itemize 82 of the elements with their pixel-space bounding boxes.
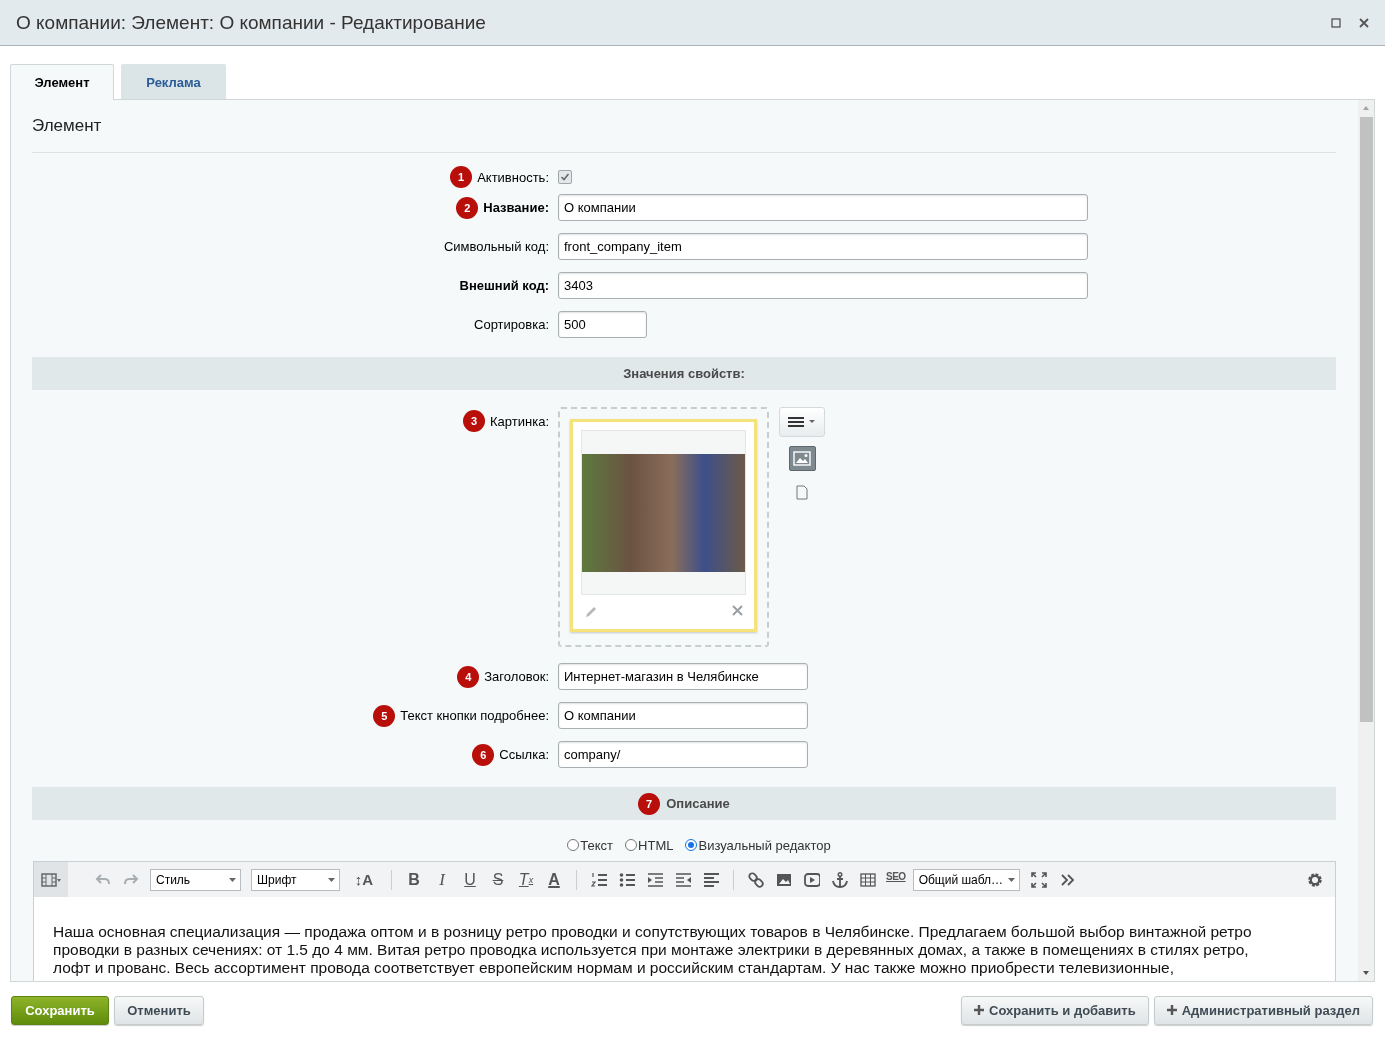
field-label: Внешний код: <box>459 278 549 293</box>
section-title: Значения свойств: <box>623 366 745 381</box>
seo-button[interactable]: SEO <box>882 871 910 888</box>
image-icon[interactable] <box>776 871 792 888</box>
caret-icon <box>328 877 335 882</box>
film-icon <box>41 872 61 887</box>
radio-button[interactable] <box>625 839 638 851</box>
admin-section-button[interactable]: Административный раздел <box>1153 995 1373 1025</box>
video-icon[interactable] <box>804 871 820 888</box>
format-button[interactable]: A <box>540 865 568 894</box>
settings-icon[interactable] <box>1307 871 1323 888</box>
cancel-button[interactable]: Отменить <box>114 995 204 1025</box>
outdent-icon[interactable] <box>675 871 691 888</box>
indent-icon[interactable] <box>647 871 663 888</box>
format-button[interactable]: U <box>456 865 484 894</box>
format-button[interactable]: B <box>400 865 428 894</box>
close-icon[interactable] <box>732 605 743 616</box>
tab[interactable]: Реклама <box>121 64 226 99</box>
dropdown[interactable]: Общий шабл… <box>912 868 1020 891</box>
section-title: Описание <box>666 796 730 811</box>
number-badge: 5 <box>373 704 396 727</box>
editor-text[interactable]: Наша основная специализация — продажа оптом и в розницу ретро проводки и сопутствующих товаров в Челябинске. Предлагаем большой выбор винтажной ретро проводки в разных сечениях: от 1.5 до 4 мм. Витая ретро проводка используется при монтаже электрики в деревянных домах, а также в помещениях в стилях ретро, лофт и прованс. Весь ассортимент провода соответствует европейским нормам и российским стандартам. У нас также можно приобрести телевизионные, <box>34 897 1335 977</box>
upload-area[interactable] <box>558 407 769 647</box>
fullscreen-icon[interactable] <box>1030 871 1047 888</box>
bullet-list-icon[interactable] <box>619 871 635 888</box>
number-badge: 1 <box>450 166 473 188</box>
field-label: Символьный код: <box>443 239 549 254</box>
radio-option[interactable]: HTML <box>625 837 674 853</box>
caret-icon <box>1007 877 1015 882</box>
number-badge: 2 <box>456 196 479 219</box>
input-field[interactable]: front_company_item <box>558 233 1088 260</box>
anchor-icon[interactable] <box>832 871 848 888</box>
view-button[interactable] <box>788 446 816 471</box>
plus-icon <box>974 1005 985 1015</box>
source-toggle[interactable] <box>34 862 68 897</box>
field-label: Картинка: <box>490 413 549 429</box>
radio-button[interactable] <box>685 839 698 851</box>
dropdown[interactable]: Шрифт <box>251 868 340 891</box>
check-icon <box>560 172 570 182</box>
format-button[interactable]: ↕A <box>345 865 383 894</box>
field-label: Текст кнопки подробнее: <box>400 708 549 723</box>
plus-icon <box>1166 1005 1177 1015</box>
checkbox[interactable] <box>558 170 572 184</box>
save-and-add-button[interactable]: Сохранить и добавить <box>961 995 1149 1025</box>
field-label: Название: <box>483 200 549 215</box>
scrollbar[interactable] <box>1358 100 1374 981</box>
radio-button[interactable] <box>567 839 580 851</box>
image-icon <box>793 451 811 466</box>
more-icon[interactable] <box>1058 871 1075 888</box>
section-heading: Элемент <box>32 114 1336 153</box>
radio-option[interactable]: Визуальный редактор <box>685 837 831 853</box>
input-field[interactable]: company/ <box>558 741 808 768</box>
radio-option[interactable]: Текст <box>567 837 614 853</box>
field-label: Сортировка: <box>474 317 549 332</box>
number-badge: 6 <box>472 743 495 766</box>
caret-icon <box>229 877 236 882</box>
field-label: Активность: <box>477 169 549 185</box>
menu-button[interactable] <box>779 407 825 437</box>
file-icon <box>796 485 808 500</box>
field-label: Заголовок: <box>484 669 549 684</box>
input-field[interactable]: О компании <box>558 194 1088 221</box>
input-field[interactable]: 500 <box>558 311 647 338</box>
dropdown[interactable]: Стиль <box>150 868 241 891</box>
link-icon[interactable] <box>748 871 764 888</box>
menu-icon <box>787 416 817 428</box>
window-title: О компании: Элемент: О компании - Редактирование <box>16 11 487 34</box>
field-label: Ссылка: <box>499 747 549 762</box>
scrollbar-thumb[interactable] <box>1359 117 1373 722</box>
close-icon[interactable] <box>1359 17 1369 28</box>
numbered-list-icon[interactable] <box>591 871 607 888</box>
input-field[interactable]: О компании <box>558 702 808 729</box>
number-badge: 4 <box>457 665 480 688</box>
number-badge: 3 <box>463 410 486 432</box>
format-button[interactable]: I <box>428 865 456 894</box>
maximize-icon[interactable] <box>1331 17 1341 28</box>
number-badge: 7 <box>638 792 661 815</box>
tab[interactable]: Элемент <box>10 64 114 100</box>
align-left-icon[interactable] <box>703 871 719 888</box>
format-button[interactable]: S <box>484 865 512 894</box>
input-field[interactable]: 3403 <box>558 272 1088 299</box>
table-icon[interactable] <box>860 871 876 888</box>
input-field[interactable]: Интернет-магазин в Челябинске <box>558 663 808 690</box>
